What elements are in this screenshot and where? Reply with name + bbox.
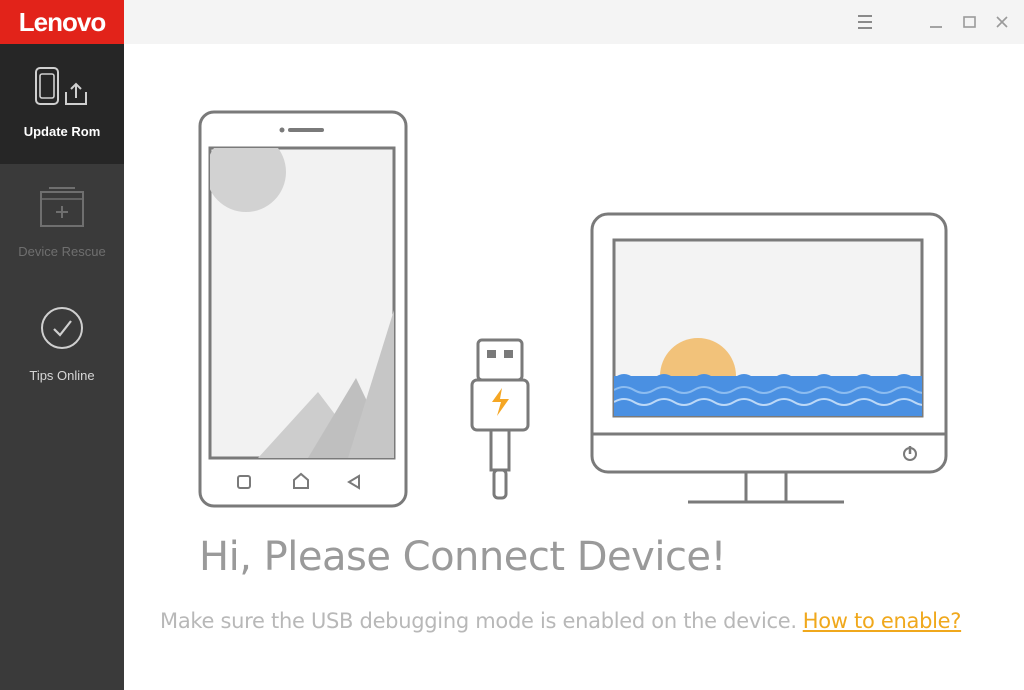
sidebar-item-label: Update Rom: [23, 124, 101, 139]
menu-button[interactable]: [851, 8, 879, 36]
usb-debugging-message: Make sure the USB debugging mode is enab…: [160, 609, 961, 633]
brand-name: Lenovo: [18, 6, 106, 37]
check-circle-icon: [41, 307, 83, 349]
maximize-icon: [963, 16, 976, 28]
sidebar: Lenovo Update Rom Device Rescue Tips Onl…: [0, 0, 124, 690]
connect-headline: Hi, Please Connect Device!: [199, 534, 727, 580]
sidebar-item-device-rescue[interactable]: Device Rescue: [0, 164, 124, 284]
maximize-button[interactable]: [955, 8, 983, 36]
main-content: Hi, Please Connect Device! Make sure the…: [124, 44, 1024, 690]
title-bar: [124, 0, 1024, 44]
usb-cable-illustration: [470, 338, 530, 500]
close-icon: [996, 16, 1008, 28]
minimize-icon: [930, 26, 942, 28]
phone-illustration: [198, 110, 408, 508]
message-text: Make sure the USB debugging mode is enab…: [160, 609, 797, 633]
sidebar-item-label: Device Rescue: [18, 244, 106, 259]
sidebar-item-label: Tips Online: [29, 368, 95, 383]
sidebar-item-tips-online[interactable]: Tips Online: [0, 284, 124, 404]
minimize-button[interactable]: [922, 8, 950, 36]
briefcase-rescue-icon: [40, 187, 84, 227]
menu-icon: [858, 15, 872, 29]
close-button[interactable]: [988, 8, 1016, 36]
monitor-illustration: [590, 212, 948, 504]
phone-upload-icon: [35, 67, 87, 105]
how-to-enable-link[interactable]: How to enable?: [803, 609, 962, 633]
lenovo-logo: Lenovo: [0, 0, 124, 44]
sidebar-item-update-rom[interactable]: Update Rom: [0, 44, 124, 164]
